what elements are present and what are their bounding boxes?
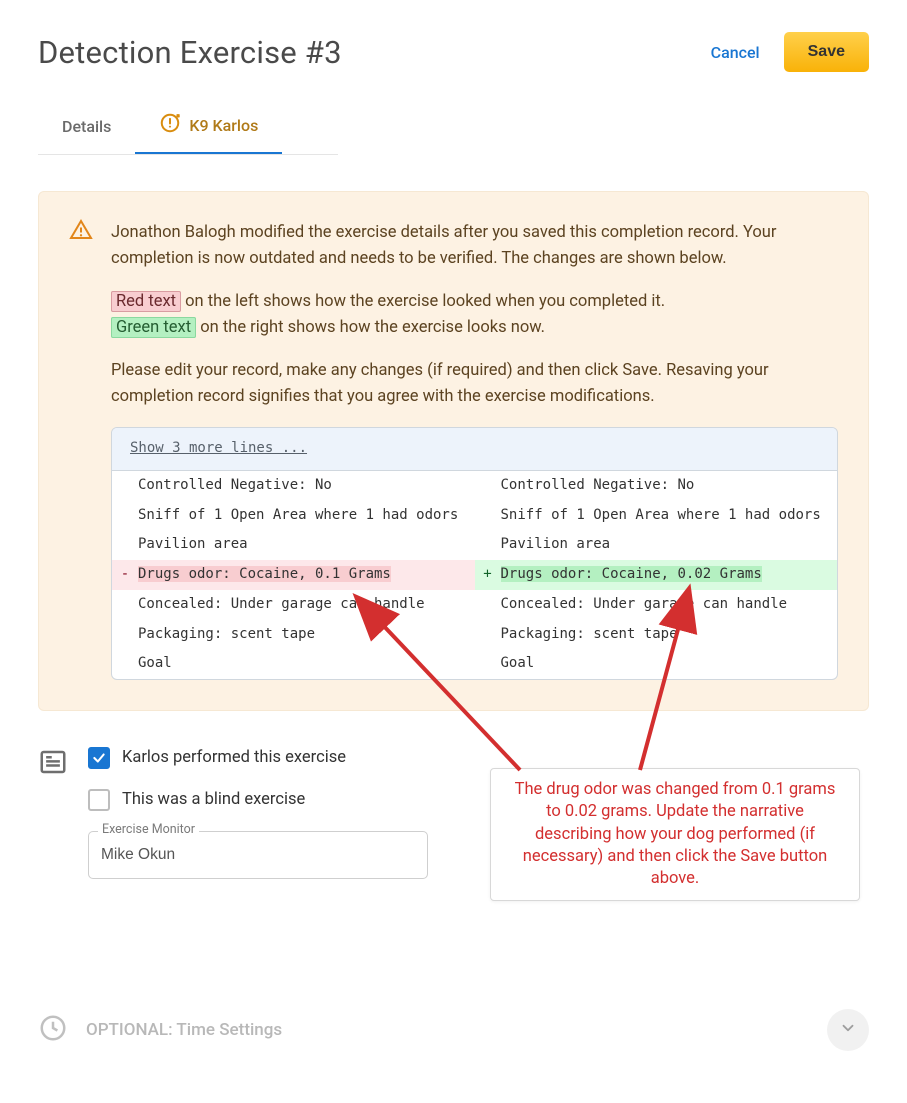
green-text-tag: Green text [111, 317, 196, 338]
diff-row: Sniff of 1 Open Area where 1 had odors Sn… [112, 501, 837, 531]
exercise-monitor-input[interactable] [88, 831, 428, 879]
diff-sign-right [475, 649, 501, 657]
diff-cell-left: Sniff of 1 Open Area where 1 had odors [138, 501, 475, 531]
blind-label: This was a blind exercise [122, 790, 305, 809]
diff-sign-left [112, 620, 138, 628]
outdated-icon [159, 112, 181, 138]
diff-cell-right: Concealed: Under garage can handle [501, 590, 838, 620]
performed-checkbox[interactable] [88, 747, 110, 769]
page-title: Detection Exercise #3 [38, 34, 342, 71]
warning-icon [69, 218, 93, 246]
notice-paragraph-3: Please edit your record, make any change… [111, 358, 838, 409]
cancel-button[interactable]: Cancel [711, 43, 760, 62]
diff-sign-left [112, 501, 138, 509]
blind-checkbox[interactable] [88, 789, 110, 811]
chevron-down-icon [839, 1019, 857, 1041]
diff-row: Packaging: scent tape Packaging: scent ta… [112, 620, 837, 650]
tabs: Details K9 Karlos [38, 100, 338, 155]
diff-sign-left: - [112, 560, 138, 590]
diff-viewer: Show 3 more lines ... Controlled Negativ… [111, 427, 838, 680]
diff-sign-right [475, 471, 501, 479]
diff-sign-right [475, 530, 501, 538]
record-card-icon [38, 747, 68, 781]
notice-paragraph-1: Jonathon Balogh modified the exercise de… [111, 220, 838, 271]
diff-sign-right: + [475, 560, 501, 590]
notice-legend: Red text on the left shows how the exerc… [111, 289, 838, 340]
outdated-notice: Jonathon Balogh modified the exercise de… [38, 191, 869, 711]
diff-row: Goal Goal [112, 649, 837, 679]
red-text-tag: Red text [111, 291, 181, 312]
diff-cell-left: Controlled Negative: No [138, 471, 475, 501]
diff-sign-left [112, 530, 138, 538]
diff-sign-left [112, 649, 138, 657]
diff-row: Pavilion area Pavilion area [112, 530, 837, 560]
diff-row: Concealed: Under garage can handle Concea… [112, 590, 837, 620]
diff-cell-right: Goal [501, 649, 838, 679]
diff-sign-right [475, 501, 501, 509]
diff-cell-left: Goal [138, 649, 475, 679]
annotation-callout: The drug odor was changed from 0.1 grams… [490, 768, 860, 901]
tab-details[interactable]: Details [38, 100, 135, 154]
tab-details-label: Details [62, 117, 111, 136]
diff-cell-left: Pavilion area [138, 530, 475, 560]
clock-icon [38, 1013, 68, 1047]
diff-cell-right: Pavilion area [501, 530, 838, 560]
diff-cell-left: Packaging: scent tape [138, 620, 475, 650]
diff-cell-right: Sniff of 1 Open Area where 1 had odors [501, 501, 838, 531]
diff-sign-right [475, 620, 501, 628]
performed-label: Karlos performed this exercise [122, 748, 346, 767]
diff-sign-left [112, 590, 138, 598]
diff-sign-right [475, 590, 501, 598]
tab-k9-label: K9 Karlos [189, 116, 258, 135]
diff-cell-left: Drugs odor: Cocaine, 0.1 Grams [138, 560, 475, 590]
show-more-lines-link[interactable]: Show 3 more lines ... [130, 440, 307, 456]
diff-sign-left [112, 471, 138, 479]
tab-k9[interactable]: K9 Karlos [135, 100, 282, 154]
diff-cell-right: Packaging: scent tape [501, 620, 838, 650]
diff-row: Controlled Negative: No Controlled Negati… [112, 471, 837, 501]
optional-label: OPTIONAL: Time Settings [86, 1020, 282, 1040]
diff-cell-right: Drugs odor: Cocaine, 0.02 Grams [501, 560, 838, 590]
expand-optional-button[interactable] [827, 1009, 869, 1051]
diff-cell-right: Controlled Negative: No [501, 471, 838, 501]
monitor-field-label: Exercise Monitor [98, 822, 199, 837]
diff-cell-left: Concealed: Under garage can handle [138, 590, 475, 620]
save-button[interactable]: Save [784, 32, 869, 72]
optional-time-settings: OPTIONAL: Time Settings [38, 1009, 869, 1051]
diff-row: -Drugs odor: Cocaine, 0.1 Grams+Drugs od… [112, 560, 837, 590]
